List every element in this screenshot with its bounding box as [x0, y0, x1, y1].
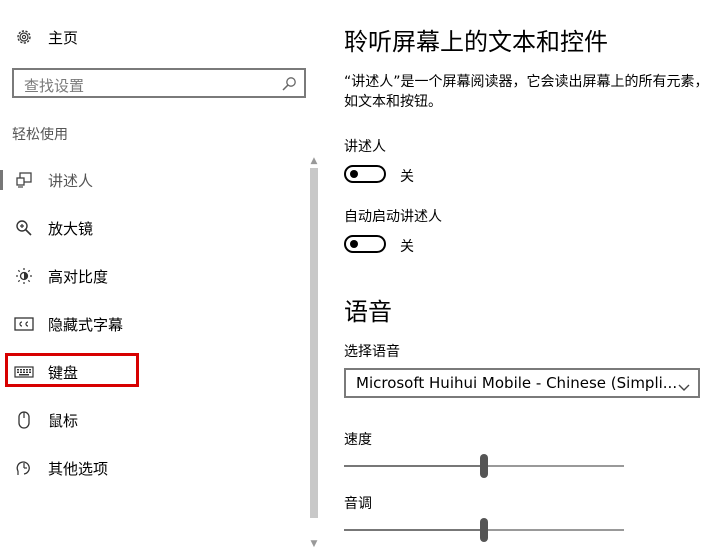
home-link[interactable]: 主页 [14, 26, 78, 48]
scroll-thumb[interactable] [310, 168, 318, 518]
sidebar-item-label: 其他选项 [48, 459, 109, 478]
page-title: 聆听屏幕上的文本和控件 [344, 28, 608, 56]
sidebar-item-narrator[interactable]: 讲述人 [0, 165, 300, 195]
sidebar-item-label: 讲述人 [48, 171, 94, 190]
sidebar-item-label: 高对比度 [48, 267, 109, 286]
slider-thumb[interactable] [480, 518, 488, 542]
speed-slider[interactable] [344, 454, 624, 478]
narrator-label: 讲述人 [344, 139, 386, 155]
auto-start-toggle[interactable] [344, 235, 386, 253]
sidebar-scrollbar[interactable]: ▲ ▼ [309, 156, 319, 549]
choose-voice-label: 选择语音 [344, 344, 400, 360]
magnifier-icon [14, 218, 34, 238]
closed-captions-icon [14, 314, 34, 334]
search-placeholder: 查找设置 [24, 77, 85, 95]
pitch-label: 音调 [344, 496, 372, 512]
section-title: 轻松使用 [12, 127, 68, 143]
speed-label: 速度 [344, 432, 372, 448]
search-icon[interactable] [281, 76, 297, 92]
keyboard-highlight-box [5, 353, 139, 387]
other-options-icon [14, 458, 34, 478]
auto-start-toggle-state: 关 [400, 239, 414, 255]
toggle-knob [350, 240, 358, 248]
high-contrast-icon [14, 266, 34, 286]
voice-select[interactable]: Microsoft Huihui Mobile - Chinese (Simpl… [344, 368, 700, 398]
page-description: “讲述人”是一个屏幕阅读器，它会读出屏幕上的所有元素，如文本和按钮。 [344, 74, 709, 110]
home-label: 主页 [48, 28, 79, 47]
toggle-knob [350, 170, 358, 178]
sidebar-item-label: 隐藏式字幕 [48, 315, 124, 334]
narrator-icon [14, 170, 34, 190]
narrator-toggle-state: 关 [400, 169, 414, 185]
sidebar-item-high-contrast[interactable]: 高对比度 [0, 261, 300, 291]
voice-heading: 语音 [344, 298, 392, 326]
pitch-slider[interactable] [344, 518, 624, 542]
sidebar-item-label: 鼠标 [48, 411, 79, 430]
scroll-down-icon[interactable]: ▼ [309, 539, 319, 549]
gear-icon [14, 27, 34, 47]
scroll-up-icon[interactable]: ▲ [309, 156, 319, 166]
voice-selected-value: Microsoft Huihui Mobile - Chinese (Simpl… [356, 374, 678, 392]
search-box[interactable]: 查找设置 [12, 68, 306, 98]
sidebar-item-mouse[interactable]: 鼠标 [0, 405, 300, 435]
chevron-down-icon [678, 378, 690, 391]
slider-fill [344, 529, 484, 531]
slider-fill [344, 465, 484, 467]
narrator-toggle[interactable] [344, 165, 386, 183]
sidebar-item-closed-captions[interactable]: 隐藏式字幕 [0, 309, 300, 339]
mouse-icon [14, 410, 34, 430]
sidebar-item-other-options[interactable]: 其他选项 [0, 453, 300, 483]
sidebar-item-magnifier[interactable]: 放大镜 [0, 213, 300, 243]
sidebar-item-label: 放大镜 [48, 219, 94, 238]
auto-start-label: 自动启动讲述人 [344, 209, 442, 225]
active-indicator [0, 170, 3, 190]
slider-thumb[interactable] [480, 454, 488, 478]
